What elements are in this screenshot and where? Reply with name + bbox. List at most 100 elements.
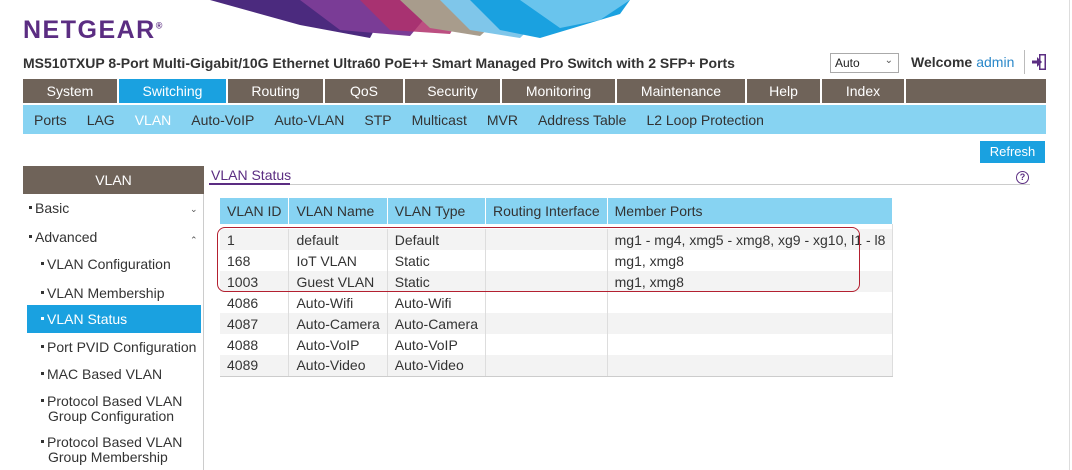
cell-vlan-type: Auto-VoIP [387,334,487,355]
sidebar-item-label: MAC Based VLAN [47,366,163,382]
table-row: 4087 Auto-Camera Auto-Camera [220,313,894,334]
section-divider [209,184,1030,185]
section-title-underline [209,183,290,185]
sidebar-item-label-line2: Group Membership [48,449,168,465]
sidebar-item-vlan-configuration[interactable]: VLAN Configuration [41,257,171,272]
netgear-logo: NETGEAR® [23,16,162,45]
subnav-mvr[interactable]: MVR [487,112,518,128]
cell-routing-interface [485,313,608,334]
sidebar-item-protocol-vlan-group-configuration[interactable]: Protocol Based VLAN Group Configuration [41,394,182,424]
chevron-up-icon: ⌃ [190,235,198,245]
cell-vlan-id: 4087 [220,313,290,334]
cell-vlan-type: Auto-Wifi [387,292,487,313]
cell-member-ports [607,334,894,355]
bullet-icon [41,344,44,348]
sidebar-item-label-line1: Protocol Based VLAN [47,393,183,409]
subnav-address-table[interactable]: Address Table [538,112,626,128]
tab-qos[interactable]: QoS [325,79,405,103]
subnav-auto-vlan[interactable]: Auto-VLAN [274,112,344,128]
chevron-down-icon: ⌄ [884,55,893,66]
cell-vlan-name: Auto-Wifi [288,292,388,313]
cell-vlan-name: Auto-VoIP [288,334,388,355]
logo-text: NETGEAR [23,16,156,44]
bullet-icon [29,234,32,238]
sidebar-item-label-line2: Group Configuration [48,408,175,424]
sidebar-advanced-label: Advanced [35,229,98,245]
sidebar-item-vlan-membership[interactable]: VLAN Membership [41,286,165,301]
table-header-row: VLAN ID VLAN Name VLAN Type Routing Inte… [220,198,894,224]
sidebar-item-label: VLAN Membership [47,285,165,301]
table-row: 4086 Auto-Wifi Auto-Wifi [220,292,894,313]
main-nav: System Switching Routing QoS Security Mo… [23,79,1046,103]
table-row: 4089 Auto-Video Auto-Video [220,355,894,377]
table-row: 4088 Auto-VoIP Auto-VoIP [220,334,894,355]
logo-registered-mark: ® [155,20,163,31]
language-select[interactable]: Auto ⌄ [830,53,899,73]
section-title: VLAN Status [211,167,292,183]
subnav-lag[interactable]: LAG [87,112,115,128]
subnav-vlan[interactable]: VLAN [135,112,172,128]
welcome-text: Welcome admin [911,54,1014,70]
cell-vlan-type: Auto-Camera [387,313,487,334]
tab-routing[interactable]: Routing [228,79,325,103]
tab-switching[interactable]: Switching [119,79,228,103]
highlight-annotation-box [217,227,860,292]
product-title: MS510TXUP 8-Port Multi-Gigabit/10G Ether… [23,55,735,71]
sidebar-item-label: Port PVID Configuration [47,339,197,355]
subnav-ports[interactable]: Ports [34,112,67,128]
cell-member-ports [607,355,894,377]
sidebar-item-label: VLAN Configuration [47,256,171,272]
tab-security[interactable]: Security [405,79,502,103]
tab-monitoring[interactable]: Monitoring [502,79,617,103]
page-edge-line [1069,0,1070,470]
cell-routing-interface [485,355,608,377]
tab-system[interactable]: System [23,79,119,103]
subnav-l2-loop-protection[interactable]: L2 Loop Protection [646,112,764,128]
cell-vlan-type: Auto-Video [387,355,487,377]
header-divider [1024,50,1025,74]
cell-routing-interface [485,334,608,355]
sidebar-item-port-pvid-configuration[interactable]: Port PVID Configuration [41,340,196,355]
refresh-button[interactable]: Refresh [980,141,1045,163]
column-header-routing-interface: Routing Interface [485,198,608,224]
cell-vlan-id: 4088 [220,334,290,355]
chevron-down-icon: ⌄ [190,204,198,214]
subnav-auto-voip[interactable]: Auto-VoIP [191,112,254,128]
bullet-icon [41,371,44,375]
sidebar-item-vlan-status[interactable]: VLAN Status [41,312,127,327]
sidebar-item-mac-based-vlan[interactable]: MAC Based VLAN [41,367,162,382]
cell-member-ports [607,292,894,313]
bullet-icon [41,261,44,265]
bullet-icon [41,398,44,402]
subnav-multicast[interactable]: Multicast [412,112,467,128]
bullet-icon [29,205,32,209]
sidebar-basic-label: Basic [35,200,70,216]
column-header-member-ports: Member Ports [607,198,894,224]
sidebar-item-label: VLAN Status [47,311,128,327]
sidebar-item-protocol-vlan-group-membership[interactable]: Protocol Based VLAN Group Membership [41,435,182,465]
sidebar-advanced[interactable]: Advanced ⌃ [29,230,199,245]
bullet-icon [41,439,44,443]
bullet-icon [41,290,44,294]
sidebar-divider [203,194,204,470]
column-header-vlan-type: VLAN Type [387,198,487,224]
welcome-label: Welcome [911,54,973,70]
username-link[interactable]: admin [976,54,1014,70]
cell-vlan-name: Auto-Camera [288,313,388,334]
sidebar-item-label-line1: Protocol Based VLAN [47,434,183,450]
help-icon[interactable]: ? [1016,171,1029,184]
sidebar-basic[interactable]: Basic ⌄ [29,201,199,216]
bullet-icon [41,316,44,320]
sub-nav: Ports LAG VLAN Auto-VoIP Auto-VLAN STP M… [23,105,1046,134]
tab-help[interactable]: Help [747,79,822,103]
subnav-stp[interactable]: STP [364,112,391,128]
tab-maintenance[interactable]: Maintenance [617,79,747,103]
cell-routing-interface [485,292,608,313]
column-header-vlan-name: VLAN Name [288,198,388,224]
cell-member-ports [607,313,894,334]
language-select-value: Auto [835,56,860,70]
cell-vlan-id: 4086 [220,292,290,313]
logout-icon[interactable] [1031,53,1047,71]
tab-index[interactable]: Index [822,79,906,103]
cell-vlan-id: 4089 [220,355,290,377]
